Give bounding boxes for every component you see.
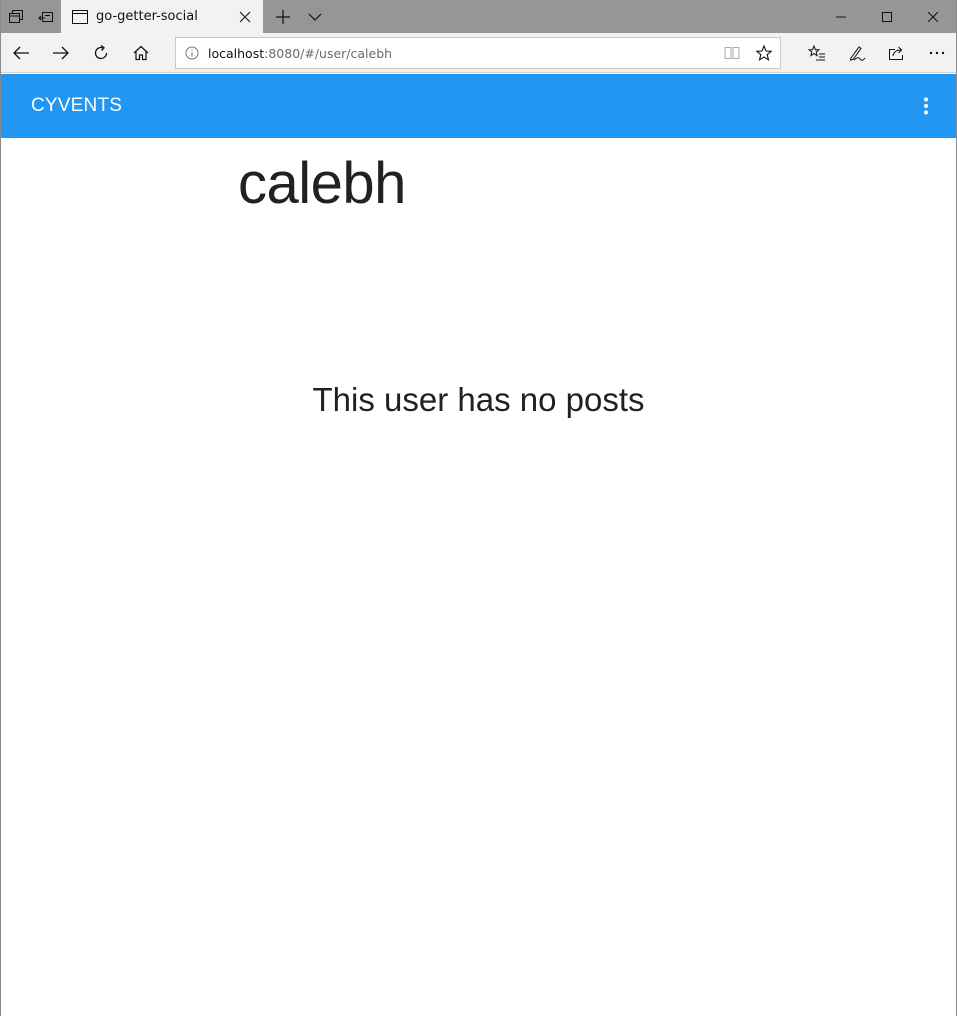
close-icon [928,11,938,22]
close-icon [239,11,251,22]
profile-page: calebh This user has no posts [1,138,956,1016]
favorites-list-icon [808,45,825,61]
chevron-down-icon [308,13,322,21]
profile-username: calebh [238,151,406,216]
plus-icon [276,9,290,24]
refresh-icon [94,44,108,59]
site-info-button[interactable] [176,38,208,68]
url-text[interactable]: localhost:8080/#/user/calebh [208,46,716,61]
app-toolbar: CYVENTS [1,74,956,138]
close-tab-button[interactable] [233,5,257,29]
refresh-button[interactable] [81,33,121,73]
forward-button[interactable] [41,33,81,73]
maximize-icon [882,11,892,22]
address-bar[interactable]: localhost:8080/#/user/calebh [175,37,781,69]
web-note-button[interactable] [837,33,877,73]
minimize-icon [836,16,846,17]
new-tab-button[interactable] [267,0,299,33]
set-aside-button[interactable] [31,0,61,33]
overflow-menu-button[interactable] [914,94,938,118]
url-path: :8080/#/user/calebh [264,45,393,61]
share-button[interactable] [877,33,917,73]
tab-go-getter-social[interactable]: go-getter-social [61,0,263,33]
minimize-button[interactable] [818,0,864,33]
back-arrow-icon [13,46,29,59]
empty-posts-message: This user has no posts [312,381,645,418]
url-host: localhost [208,45,265,61]
browser-window: go-getter-social localhost:8080/#/user/c… [0,0,957,1016]
info-icon [185,46,199,60]
set-aside-icon [38,11,53,22]
navigation-bar: localhost:8080/#/user/calebh [1,33,956,73]
tabs-aside-icon [9,9,23,23]
page-icon [71,8,88,25]
star-icon [756,45,772,61]
close-window-button[interactable] [910,0,956,33]
pen-icon [849,46,866,61]
forward-arrow-icon [53,46,69,59]
tab-list-button[interactable] [299,0,331,33]
favorites-hub-button[interactable] [797,33,837,73]
home-icon [133,45,149,60]
reading-view-button[interactable] [716,38,748,68]
back-button[interactable] [1,33,41,73]
more-button[interactable] [917,33,957,73]
reading-view-icon [724,47,740,59]
more-vert-icon [924,97,928,115]
tabs-aside-button[interactable] [1,0,31,33]
maximize-button[interactable] [864,0,910,33]
home-button[interactable] [121,33,161,73]
tab-strip: go-getter-social [1,0,956,33]
tab-title: go-getter-social [96,9,198,24]
share-icon [889,46,903,60]
add-favorite-button[interactable] [748,38,780,68]
app-title[interactable]: CYVENTS [31,95,122,117]
more-icon [929,51,945,55]
